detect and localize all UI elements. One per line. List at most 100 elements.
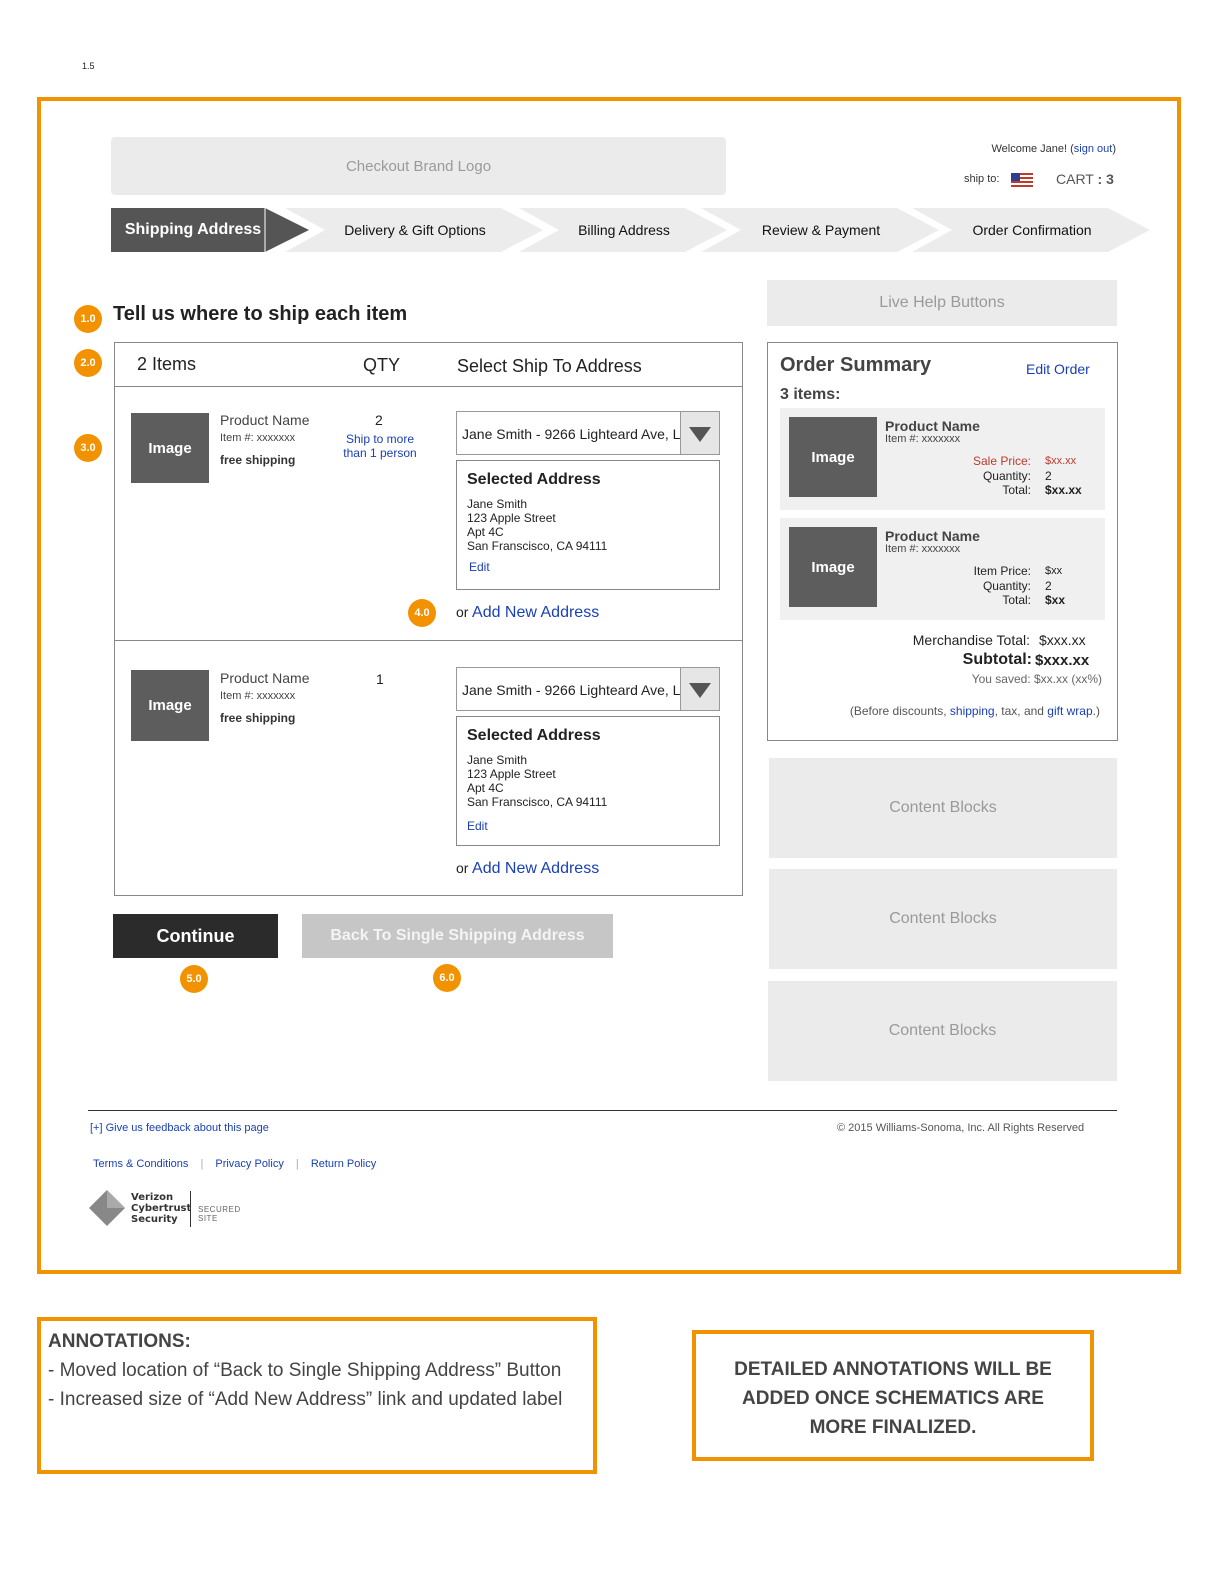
add-new-address-row: or Add New Address	[456, 860, 600, 877]
product-image[interactable]: Image	[789, 417, 877, 497]
cart-indicator[interactable]: CART : 3	[1056, 171, 1114, 187]
us-flag-icon[interactable]	[1011, 173, 1033, 187]
continue-button[interactable]: Continue	[113, 914, 278, 958]
address-line: 123 Apple Street	[467, 767, 556, 781]
live-help-buttons[interactable]: Live Help Buttons	[767, 280, 1117, 326]
edit-order-link[interactable]: Edit Order	[1026, 361, 1090, 377]
merchandise-total-value: $xxx.xx	[1039, 632, 1086, 648]
verizon-security-seal[interactable]: Verizon Cybertrust Security SECURED SITE	[88, 1189, 258, 1229]
footer-links: Terms & Conditions | Privacy Policy | Re…	[93, 1158, 377, 1170]
total-label: Total:	[1002, 483, 1031, 497]
ship-address-dropdown[interactable]: Jane Smith - 9266 Lighteard Ave, L	[456, 411, 720, 455]
annotation-badge: 1.0	[74, 305, 102, 333]
summary-item: Image Product Name Item #: xxxxxxx Sale …	[780, 408, 1105, 510]
summary-footnote: (Before discounts, shipping, tax, and gi…	[849, 704, 1100, 718]
merchandise-total-label: Merchandise Total:	[912, 632, 1030, 648]
annotation-line: - Increased size of “Add New Address” li…	[48, 1389, 563, 1410]
ship-to-label: ship to:	[964, 173, 1000, 185]
annotation-badge: 2.0	[74, 349, 102, 377]
detailed-annotations-note: DETAILED ANNOTATIONS WILL BE ADDED ONCE …	[734, 1359, 1052, 1438]
brand-logo[interactable]: Checkout Brand Logo	[111, 137, 726, 195]
quantity-value: 2	[1045, 579, 1052, 593]
free-shipping-label: free shipping	[220, 711, 296, 725]
order-summary-title: Order Summary	[780, 354, 932, 376]
gift-wrap-link[interactable]: gift wrap	[1047, 704, 1092, 718]
cart-count: 3	[1106, 171, 1114, 187]
selected-address-title: Selected Address	[467, 727, 601, 744]
summary-items-count: 3 items:	[780, 386, 841, 403]
table-row-divider	[115, 640, 742, 641]
return-policy-link[interactable]: Return Policy	[311, 1158, 376, 1170]
step-shipping-address[interactable]: Shipping Address	[111, 208, 311, 252]
content-block: Content Blocks	[769, 758, 1117, 858]
subtotal-value: $xxx.xx	[1035, 652, 1090, 669]
chevron-down-icon[interactable]	[680, 668, 719, 710]
product-image[interactable]: Image	[131, 413, 209, 483]
product-image[interactable]: Image	[789, 527, 877, 607]
selected-address-box: Selected Address Jane Smith 123 Apple St…	[456, 460, 720, 590]
welcome-message: Welcome Jane! (sign out)	[991, 143, 1116, 155]
column-header-qty: QTY	[363, 355, 401, 375]
privacy-link[interactable]: Privacy Policy	[215, 1158, 283, 1170]
selected-address-title: Selected Address	[467, 471, 601, 488]
selected-address-box: Selected Address Jane Smith 123 Apple St…	[456, 716, 720, 846]
chevron-down-icon[interactable]	[680, 412, 719, 454]
back-to-single-shipping-button[interactable]: Back To Single Shipping Address	[302, 914, 613, 958]
dropdown-value: Jane Smith - 9266 Lighteard Ave, L	[462, 426, 680, 442]
column-header-items: 2 Items	[137, 354, 197, 374]
ship-address-dropdown[interactable]: Jane Smith - 9266 Lighteard Ave, L	[456, 667, 720, 711]
you-saved: You saved: $xx.xx (xx%)	[971, 672, 1102, 686]
step-order-confirmation[interactable]: Order Confirmation	[912, 208, 1152, 252]
sign-out-link[interactable]: sign out	[1074, 143, 1113, 155]
terms-link[interactable]: Terms & Conditions	[93, 1158, 188, 1170]
diamond-logo-icon	[89, 1190, 125, 1226]
add-new-address-row: or Add New Address	[456, 604, 600, 621]
footer-divider	[88, 1110, 1117, 1111]
product-name[interactable]: Product Name	[220, 412, 309, 428]
product-item-number: Item #: xxxxxxx	[220, 690, 296, 702]
product-item-number: Item #: xxxxxxx	[885, 433, 961, 445]
product-name[interactable]: Product Name	[220, 670, 309, 686]
address-line: Apt 4C	[467, 781, 504, 795]
quantity-label: Quantity:	[982, 579, 1031, 593]
annotation-badge: 3.0	[74, 434, 102, 462]
table-header-divider	[115, 386, 742, 387]
address-line: Jane Smith	[467, 497, 528, 511]
address-line: Jane Smith	[467, 753, 528, 767]
step-billing-address[interactable]: Billing Address	[519, 208, 729, 252]
dropdown-value: Jane Smith - 9266 Lighteard Ave, L	[462, 682, 680, 698]
price-label: Item Price:	[973, 564, 1031, 578]
price-value: $xx	[1045, 565, 1063, 577]
feedback-link[interactable]: [+] Give us feedback about this page	[90, 1122, 269, 1134]
item-quantity: 1	[376, 671, 384, 687]
step-review-payment[interactable]: Review & Payment	[701, 208, 941, 252]
page-title: Tell us where to ship each item	[113, 303, 408, 325]
summary-item: Image Product Name Item #: xxxxxxx Item …	[780, 518, 1105, 620]
address-line: Apt 4C	[467, 525, 504, 539]
quantity-label: Quantity:	[982, 469, 1031, 483]
content-block: Content Blocks	[769, 869, 1117, 969]
subtotal-label: Subtotal:	[962, 651, 1032, 668]
product-name[interactable]: Product Name	[885, 528, 980, 544]
add-new-address-link[interactable]: Add New Address	[472, 604, 599, 621]
edit-address-link[interactable]: Edit	[469, 560, 490, 574]
address-line: San Franscisco, CA 94111	[467, 795, 608, 809]
content-block: Content Blocks	[768, 981, 1117, 1081]
product-item-number: Item #: xxxxxxx	[220, 432, 296, 444]
free-shipping-label: free shipping	[220, 453, 296, 467]
product-name[interactable]: Product Name	[885, 418, 980, 434]
annotation-badge: 6.0	[433, 964, 461, 992]
total-label: Total:	[1002, 593, 1031, 607]
price-label: Sale Price:	[972, 454, 1031, 468]
ship-to-more-link[interactable]: Ship to more than 1 person	[340, 432, 420, 460]
quantity-value: 2	[1045, 469, 1052, 483]
address-line: San Franscisco, CA 94111	[467, 539, 608, 553]
page-number-label: 1.5	[82, 61, 95, 71]
product-image[interactable]: Image	[131, 670, 209, 741]
total-value: $xx.xx	[1045, 483, 1082, 497]
edit-address-link[interactable]: Edit	[467, 819, 488, 833]
step-delivery-gift[interactable]: Delivery & Gift Options	[285, 208, 545, 252]
copyright: © 2015 Williams-Sonoma, Inc. All Rights …	[837, 1122, 1085, 1134]
shipping-link[interactable]: shipping	[950, 704, 995, 718]
add-new-address-link[interactable]: Add New Address	[472, 860, 599, 877]
